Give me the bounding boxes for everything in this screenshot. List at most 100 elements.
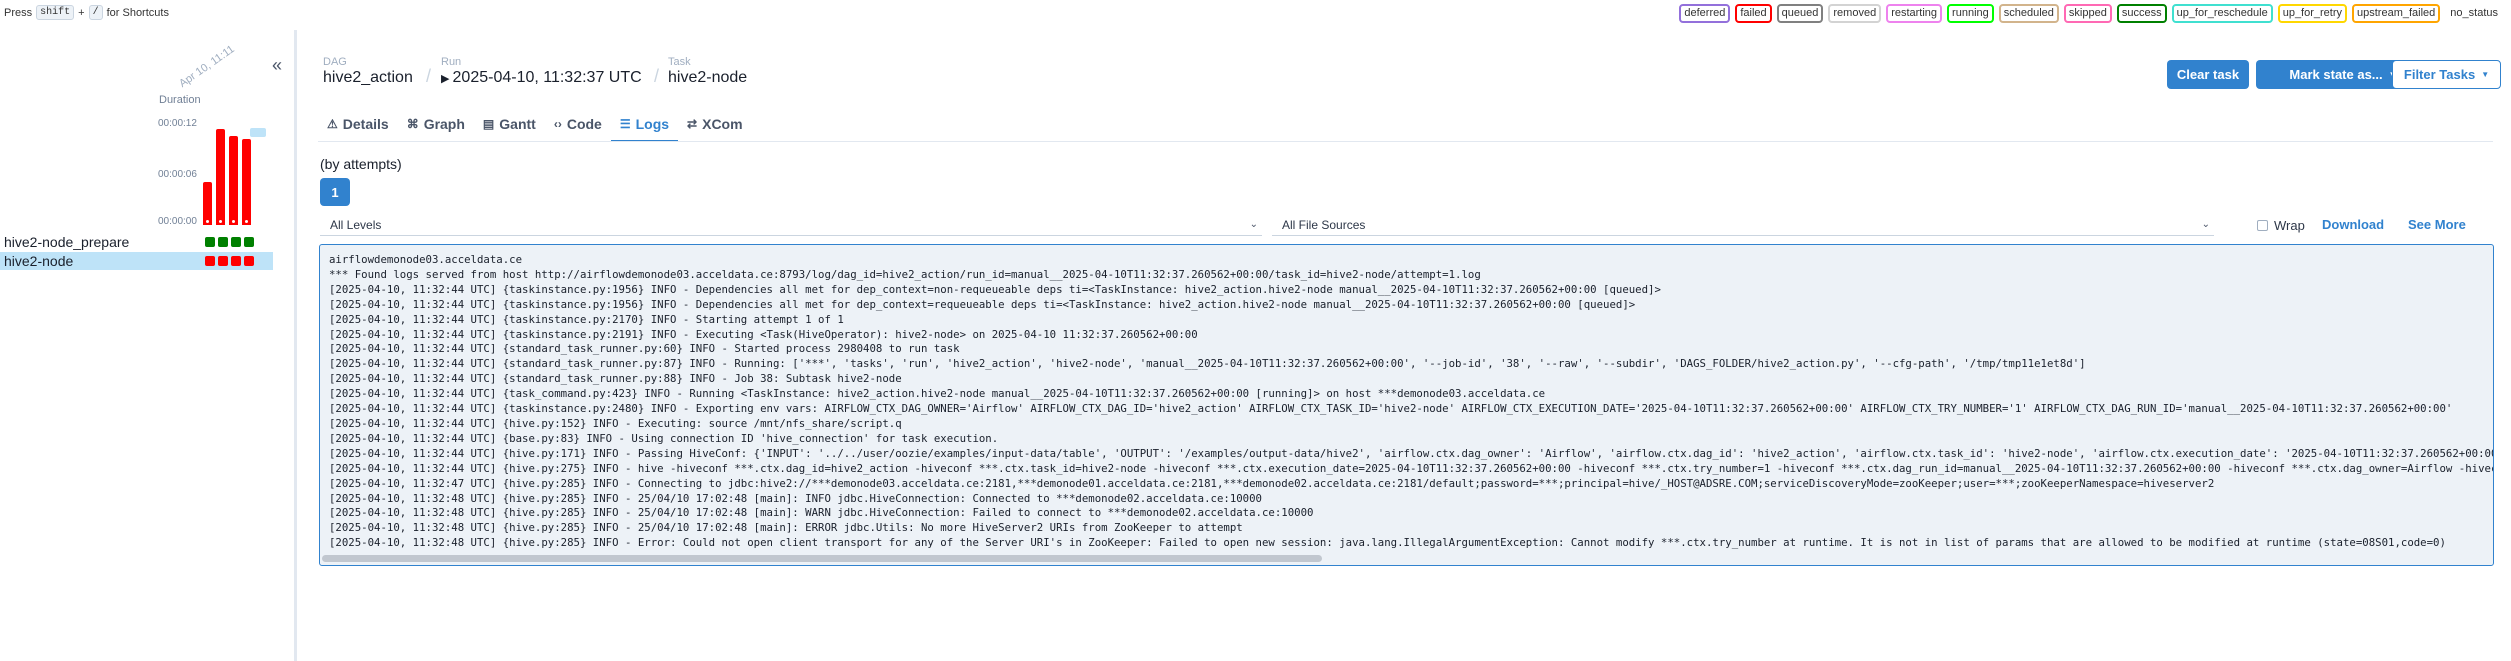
duration-tick: 00:00:06 xyxy=(158,169,197,180)
attempt-button[interactable]: 1 xyxy=(320,178,350,206)
dag-id: hive2_action xyxy=(323,69,413,86)
task-instance-failed[interactable] xyxy=(218,256,228,266)
legend-up-for-retry[interactable]: up_for_retry xyxy=(2277,4,2348,23)
attempts-label: (by attempts) xyxy=(320,156,402,172)
task-tabs: ⚠ Details ⌘ Graph ▤ Gantt ‹› Code ☰ Logs ⇄ XCom xyxy=(318,108,752,142)
duration-chart xyxy=(203,124,273,225)
log-line: [2025-04-10, 11:32:48 UTC] {hive.py:285}… xyxy=(329,506,1314,520)
legend-upstream-failed[interactable]: upstream_failed xyxy=(2352,4,2441,23)
log-text: airflowdemonode03.acceldata.ce *** Found … xyxy=(329,253,2494,551)
bar-marker xyxy=(232,220,235,223)
duration-tick: 00:00:00 xyxy=(158,216,197,227)
log-level-select[interactable]: All Levels ⌄ xyxy=(320,214,1262,236)
tab-logs[interactable]: ☰ Logs xyxy=(610,108,679,142)
legend-running[interactable]: running xyxy=(1947,4,1994,23)
state-legend: deferred failed queued removed restarting run… xyxy=(1679,4,2503,23)
task-instance-success[interactable] xyxy=(244,237,254,247)
task-instance-success[interactable] xyxy=(218,237,228,247)
shortcuts-hint: Press shift + / for Shortcuts xyxy=(4,5,169,20)
bar-marker xyxy=(245,220,248,223)
tab-gantt[interactable]: ▤ Gantt xyxy=(474,108,545,142)
tab-graph[interactable]: ⌘ Graph xyxy=(398,108,474,142)
legend-deferred[interactable]: deferred xyxy=(1679,4,1731,23)
log-line: [2025-04-10, 11:32:48 UTC] {hive.py:285}… xyxy=(329,491,1262,505)
task-name: hive2-node_prepare xyxy=(4,234,130,250)
duration-bar[interactable] xyxy=(229,136,238,225)
duration-bar[interactable] xyxy=(242,139,251,225)
chevron-down-icon: ▼ xyxy=(2481,70,2490,79)
bar-marker xyxy=(219,220,222,223)
code-brackets-icon: ‹› xyxy=(553,117,562,131)
warning-triangle-icon: ⚠ xyxy=(327,117,338,131)
download-link[interactable]: Download xyxy=(2322,217,2384,232)
task-id: hive2-node xyxy=(668,69,748,86)
tab-code[interactable]: ‹› Code xyxy=(545,108,611,142)
task-name: hive2-node xyxy=(4,253,74,269)
breadcrumb-dag[interactable]: DAG hive2_action xyxy=(323,56,413,88)
play-icon: ▶ xyxy=(441,73,453,85)
panel-divider[interactable] xyxy=(294,30,297,661)
log-line: [2025-04-10, 11:32:44 UTC] {task_command… xyxy=(329,387,1546,401)
breadcrumb-separator: / xyxy=(426,66,432,86)
task-instance-success[interactable] xyxy=(231,237,241,247)
task-instance-failed[interactable] xyxy=(244,256,254,266)
tab-xcom[interactable]: ⇄ XCom xyxy=(678,108,752,142)
wrap-toggle[interactable]: Wrap xyxy=(2257,218,2305,233)
legend-no-status[interactable]: no_status xyxy=(2445,4,2503,23)
see-more-link[interactable]: See More xyxy=(2408,217,2466,232)
collapse-grid-icon[interactable]: « xyxy=(272,55,282,76)
log-line: [2025-04-10, 11:32:48 UTC] {hive.py:285}… xyxy=(329,521,1243,535)
gantt-chart-icon: ▤ xyxy=(482,117,495,131)
log-line: [2025-04-10, 11:32:44 UTC] {standard_tas… xyxy=(329,372,902,386)
duration-bar[interactable] xyxy=(216,129,225,225)
run-id: 2025-04-10, 11:32:37 UTC xyxy=(452,69,642,86)
log-output[interactable]: airflowdemonode03.acceldata.ce *** Found … xyxy=(319,244,2494,566)
task-instance-success[interactable] xyxy=(205,237,215,247)
legend-restarting[interactable]: restarting xyxy=(1886,4,1943,23)
log-line: [2025-04-10, 11:32:44 UTC] {hive.py:275}… xyxy=(329,461,2493,475)
breadcrumb-separator: / xyxy=(654,66,660,86)
legend-failed[interactable]: failed xyxy=(1735,4,1772,23)
legend-success[interactable]: success xyxy=(2116,4,2167,23)
log-line: *** Found logs served from host http://a… xyxy=(329,267,1481,281)
log-line: [2025-04-10, 11:32:44 UTC] {hive.py:152}… xyxy=(329,416,902,430)
log-line: [2025-04-10, 11:32:44 UTC] {standard_tas… xyxy=(329,357,2086,371)
duration-bar[interactable] xyxy=(203,182,212,225)
wrap-checkbox[interactable] xyxy=(2257,220,2268,231)
run-date-label: Apr 10, 11:11 xyxy=(177,43,237,90)
breadcrumb-task[interactable]: Task hive2-node xyxy=(668,56,747,88)
breadcrumb-run[interactable]: Run ▶ 2025-04-10, 11:32:37 UTC xyxy=(441,56,642,89)
tab-details[interactable]: ⚠ Details xyxy=(318,108,398,142)
legend-removed[interactable]: removed xyxy=(1828,4,1882,23)
log-line: [2025-04-10, 11:32:44 UTC] {hive.py:171}… xyxy=(329,446,2494,460)
log-line: airflowdemonode03.acceldata.ce xyxy=(329,253,523,266)
legend-queued[interactable]: queued xyxy=(1776,4,1824,23)
filter-tasks-button[interactable]: Filter Tasks ▼ xyxy=(2392,60,2501,89)
log-line: [2025-04-10, 11:32:44 UTC] {taskinstance… xyxy=(329,312,844,326)
log-line: [2025-04-10, 11:32:47 UTC] {hive.py:285}… xyxy=(329,476,2215,490)
log-horizontal-scrollbar[interactable] xyxy=(322,555,1322,562)
legend-scheduled[interactable]: scheduled xyxy=(1998,4,2059,23)
graph-nodes-icon: ⌘ xyxy=(406,117,419,131)
duration-tick: 00:00:12 xyxy=(158,118,197,129)
log-line: [2025-04-10, 11:32:44 UTC] {taskinstance… xyxy=(329,282,1661,296)
bar-marker xyxy=(206,220,209,223)
chevron-down-icon: ⌄ xyxy=(2201,219,2210,230)
task-instance-failed[interactable] xyxy=(231,256,241,266)
logs-list-icon: ☰ xyxy=(619,117,631,131)
log-line: [2025-04-10, 11:32:44 UTC] {standard_tas… xyxy=(329,342,960,356)
task-instance-failed[interactable] xyxy=(205,256,215,266)
tabs-divider xyxy=(318,141,2493,142)
legend-up-for-reschedule[interactable]: up_for_reschedule xyxy=(2171,4,2273,23)
clear-task-button[interactable]: Clear task xyxy=(2167,60,2249,89)
log-line: [2025-04-10, 11:32:44 UTC] {base.py:83} … xyxy=(329,431,999,445)
exchange-arrows-icon: ⇄ xyxy=(687,117,698,131)
legend-skipped[interactable]: skipped xyxy=(2063,4,2112,23)
log-line: [2025-04-10, 11:32:48 UTC] {hive.py:285}… xyxy=(329,536,2446,550)
duration-label: Duration xyxy=(159,94,201,106)
file-source-select[interactable]: All File Sources ⌄ xyxy=(1272,214,2214,236)
log-line: [2025-04-10, 11:32:44 UTC] {taskinstance… xyxy=(329,402,2453,416)
log-line: [2025-04-10, 11:32:44 UTC] {taskinstance… xyxy=(329,297,1636,311)
chevron-down-icon: ⌄ xyxy=(1249,219,1258,230)
shift-key: shift xyxy=(36,5,75,20)
